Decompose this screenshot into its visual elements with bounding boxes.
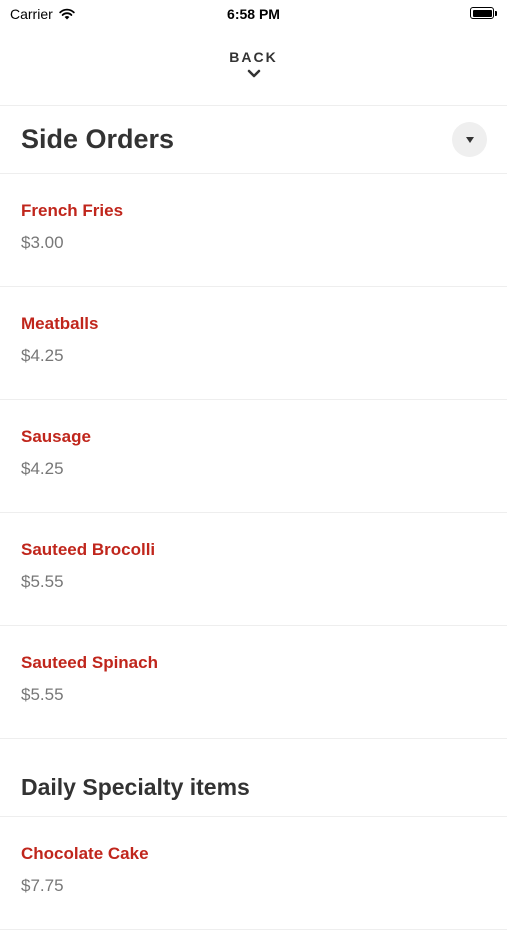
menu-item[interactable]: Meatballs $4.25 xyxy=(0,287,507,400)
menu-item-name: Sauteed Brocolli xyxy=(21,540,156,559)
section-title: Side Orders xyxy=(21,124,175,154)
menu-item[interactable]: Sauteed Spinach $5.55 xyxy=(0,626,507,739)
menu-item[interactable]: Sauteed Brocolli $5.55 xyxy=(0,513,507,626)
menu-item[interactable]: Sausage $4.25 xyxy=(0,400,507,513)
menu-item-name: Meatballs xyxy=(21,314,99,333)
menu-item-name: Chocolate Cake xyxy=(21,844,149,863)
menu-item-name: French Fries xyxy=(21,201,124,220)
menu-item-price: $5.55 xyxy=(21,685,64,704)
menu-item-name: Sausage xyxy=(21,427,91,446)
status-time: 6:58 PM xyxy=(227,6,280,22)
menu-item-name: Sauteed Spinach xyxy=(21,653,158,672)
back-button[interactable]: BACK xyxy=(0,28,507,106)
section-header: Side Orders xyxy=(0,106,507,174)
menu-item-price: $4.25 xyxy=(21,346,64,365)
menu-item-price: $7.75 xyxy=(21,876,64,895)
menu-item-price: $4.25 xyxy=(21,459,64,478)
status-bar: Carrier 6:58 PM xyxy=(0,0,507,28)
back-label: BACK xyxy=(229,49,278,65)
menu-item-price: $3.00 xyxy=(21,233,64,252)
menu-item[interactable]: French Fries $3.00 xyxy=(0,174,507,287)
caret-down-icon xyxy=(465,136,474,143)
subsection-title: Daily Specialty items xyxy=(21,774,250,800)
chevron-down-icon xyxy=(247,69,260,78)
menu-item[interactable]: Chocolate Cake $7.75 xyxy=(0,817,507,930)
menu-item-price: $5.55 xyxy=(21,572,64,591)
battery-icon xyxy=(470,7,497,19)
section-dropdown-button[interactable] xyxy=(452,122,487,157)
subsection-header: Daily Specialty items xyxy=(0,739,507,817)
